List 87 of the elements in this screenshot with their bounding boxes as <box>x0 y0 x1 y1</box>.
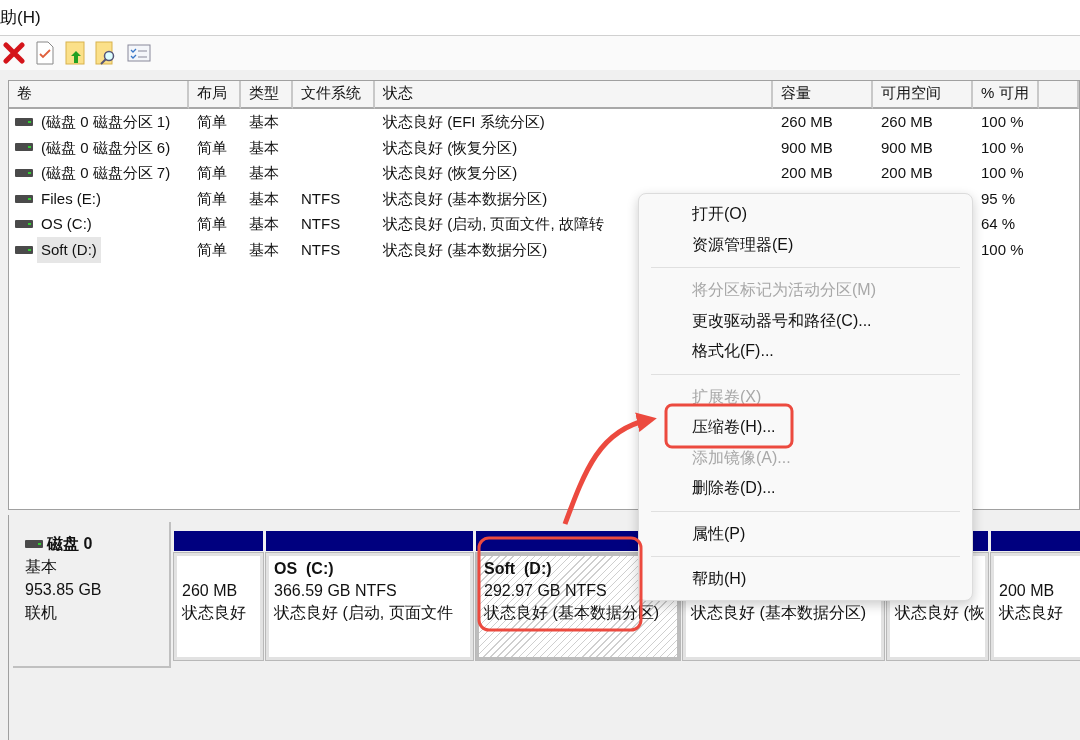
table-cell: 260 MB <box>781 113 833 130</box>
column-header[interactable]: 布局 <box>189 81 241 109</box>
disk-info: 953.85 GB <box>25 580 103 600</box>
table-cell: 简单 <box>197 113 227 130</box>
menu-item[interactable]: 属性(P) <box>692 518 746 549</box>
table-cell: 简单 <box>197 189 227 207</box>
menu-item[interactable]: 删除卷(D)... <box>692 473 776 504</box>
volume-name[interactable]: (磁盘 0 磁盘分区 1) <box>37 109 175 135</box>
column-header[interactable]: 卷 <box>9 81 189 109</box>
table-cell: 状态良好 (EFI 系统分区) <box>383 113 545 130</box>
drive-icon <box>25 539 43 548</box>
partition-card[interactable]: OS (C:) 366.59 GB NTFS 状态良好 (启动, 页面文件 <box>266 553 473 660</box>
volume-name[interactable]: (磁盘 0 磁盘分区 7) <box>37 160 175 186</box>
partition-card[interactable]: 260 MB 状态良好 <box>174 553 263 660</box>
drive-icon <box>15 245 33 254</box>
column-header[interactable]: 容量 <box>773 81 873 109</box>
checklist-icon[interactable] <box>127 43 151 63</box>
table-cell: NTFS <box>301 240 341 258</box>
column-header[interactable]: 类型 <box>241 81 293 109</box>
table-cell: 状态良好 (恢复分区) <box>383 164 518 182</box>
partition-status: 状态良好 <box>182 604 246 621</box>
partition-title: Soft (D:) <box>484 560 552 577</box>
menu-item[interactable]: 资源管理器(E) <box>692 229 794 260</box>
partition-title: OS (C:) <box>274 560 334 577</box>
partition-size: 260 MB <box>182 582 238 599</box>
partition-card[interactable]: 200 MB 状态良好 <box>991 553 1080 660</box>
table-cell: 简单 <box>197 240 227 258</box>
table-cell: 900 MB <box>881 138 933 156</box>
column-header[interactable]: 状态 <box>375 81 773 109</box>
table-cell: 状态良好 (恢复分区) <box>383 138 518 156</box>
table-cell: 基本 <box>249 138 279 156</box>
table-cell: 95 % <box>981 189 1016 207</box>
partition-status: 状态良好 <box>999 604 1063 621</box>
menu-item[interactable]: 打开(O) <box>692 199 748 230</box>
table-cell: 100 % <box>981 113 1024 130</box>
delete-icon[interactable] <box>3 42 25 64</box>
partition-status: 状态良好 (基本数据分区) <box>691 604 867 621</box>
table-cell: 简单 <box>197 215 227 233</box>
column-header[interactable]: 可用空间 <box>873 81 973 109</box>
table-cell: 基本 <box>249 240 279 258</box>
partition-size: 366.59 GB NTFS <box>274 582 397 599</box>
table-cell: 200 MB <box>881 164 933 182</box>
table-cell: 基本 <box>249 215 279 233</box>
table-cell: NTFS <box>301 189 341 207</box>
table-cell: 状态良好 (基本数据分区) <box>383 240 548 258</box>
drive-icon <box>15 117 33 126</box>
disk-info: 联机 <box>25 603 58 623</box>
partition-size: 292.97 GB NTFS <box>484 582 607 599</box>
volume-name[interactable]: (磁盘 0 磁盘分区 6) <box>37 134 175 161</box>
drive-icon <box>15 220 33 229</box>
document-check-icon[interactable] <box>35 41 55 65</box>
partition-status: 状态良好 (启动, 页面文件 <box>274 604 453 621</box>
menu-item[interactable]: 助(H) <box>0 4 41 31</box>
disk-header[interactable]: 磁盘 0 基本 953.85 GB 联机 <box>13 522 171 668</box>
column-header[interactable]: 文件系统 <box>293 81 375 109</box>
disk-name: 磁盘 0 <box>47 534 93 554</box>
column-header[interactable]: % 可用 <box>973 81 1039 109</box>
table-cell: 100 % <box>981 138 1024 156</box>
drive-icon <box>15 169 33 177</box>
partition-status: 状态良好 (恢 <box>895 604 985 621</box>
menu-item[interactable]: 帮助(H) <box>692 564 747 595</box>
search-icon[interactable] <box>95 41 117 65</box>
table-cell: 基本 <box>249 164 279 182</box>
menu-item[interactable]: 格式化(F)... <box>692 336 774 367</box>
table-cell: 状态良好 (基本数据分区) <box>383 189 548 207</box>
menu-item[interactable]: 更改驱动器号和路径(C)... <box>692 305 872 336</box>
disk-info: 基本 <box>25 557 58 577</box>
menu-item[interactable]: 压缩卷(H)... <box>692 412 776 443</box>
table-cell: 900 MB <box>781 138 833 156</box>
table-cell: 简单 <box>197 164 227 182</box>
table-cell: 260 MB <box>881 113 933 130</box>
table-cell: 100 % <box>981 164 1024 182</box>
table-cell: 基本 <box>249 189 279 207</box>
drive-icon <box>15 194 33 203</box>
table-cell: 状态良好 (启动, 页面文件, 故障转 <box>383 215 604 233</box>
volume-name[interactable]: OS (C:) <box>37 211 96 237</box>
folder-up-icon[interactable] <box>65 41 85 65</box>
table-cell: 64 % <box>981 215 1016 233</box>
volume-name[interactable]: Soft (D:) <box>37 236 101 263</box>
table-cell: 基本 <box>249 113 279 130</box>
table-cell: 200 MB <box>781 164 833 182</box>
volume-name[interactable]: Files (E:) <box>37 185 105 212</box>
drive-icon <box>15 143 33 152</box>
partition-size: 200 MB <box>999 582 1055 599</box>
table-cell: 简单 <box>197 138 227 156</box>
table-cell: NTFS <box>301 215 341 233</box>
table-cell: 100 % <box>981 240 1024 258</box>
